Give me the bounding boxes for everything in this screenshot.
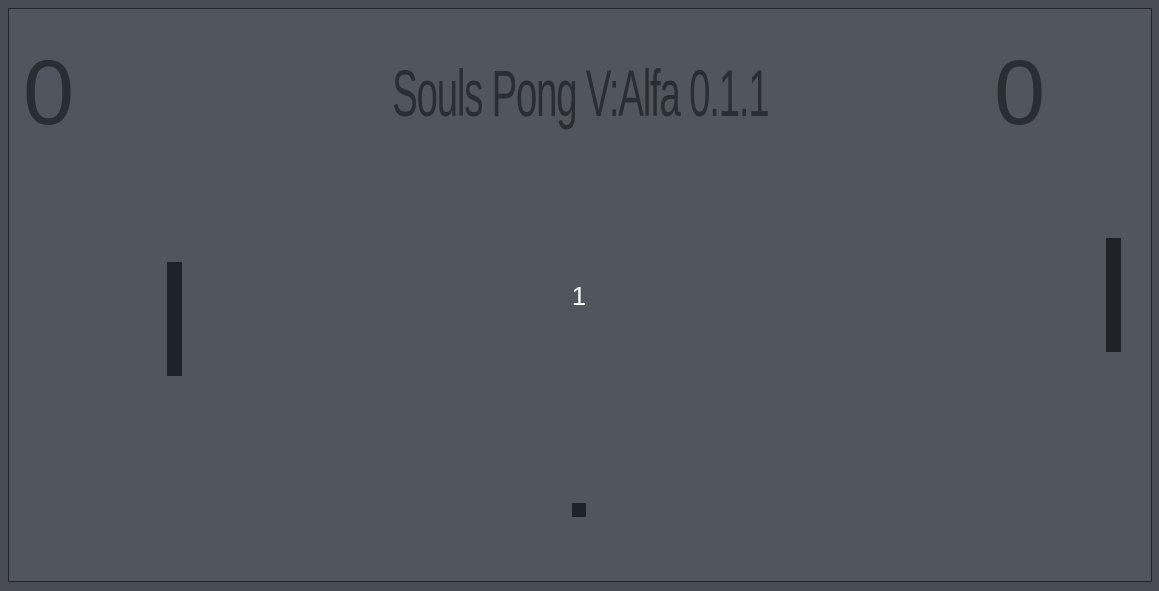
right-paddle[interactable] bbox=[1106, 238, 1121, 352]
left-paddle[interactable] bbox=[167, 262, 182, 376]
countdown-number: 1 bbox=[571, 281, 587, 311]
ball bbox=[572, 503, 586, 517]
right-player-score: 0 bbox=[994, 42, 1046, 144]
game-canvas[interactable]: 0 Souls Pong V:Alfa 0.1.1 0 1 bbox=[8, 8, 1152, 582]
game-title: Souls Pong V:Alfa 0.1.1 bbox=[9, 53, 1151, 133]
game-title-text: Souls Pong V:Alfa 0.1.1 bbox=[391, 56, 769, 130]
